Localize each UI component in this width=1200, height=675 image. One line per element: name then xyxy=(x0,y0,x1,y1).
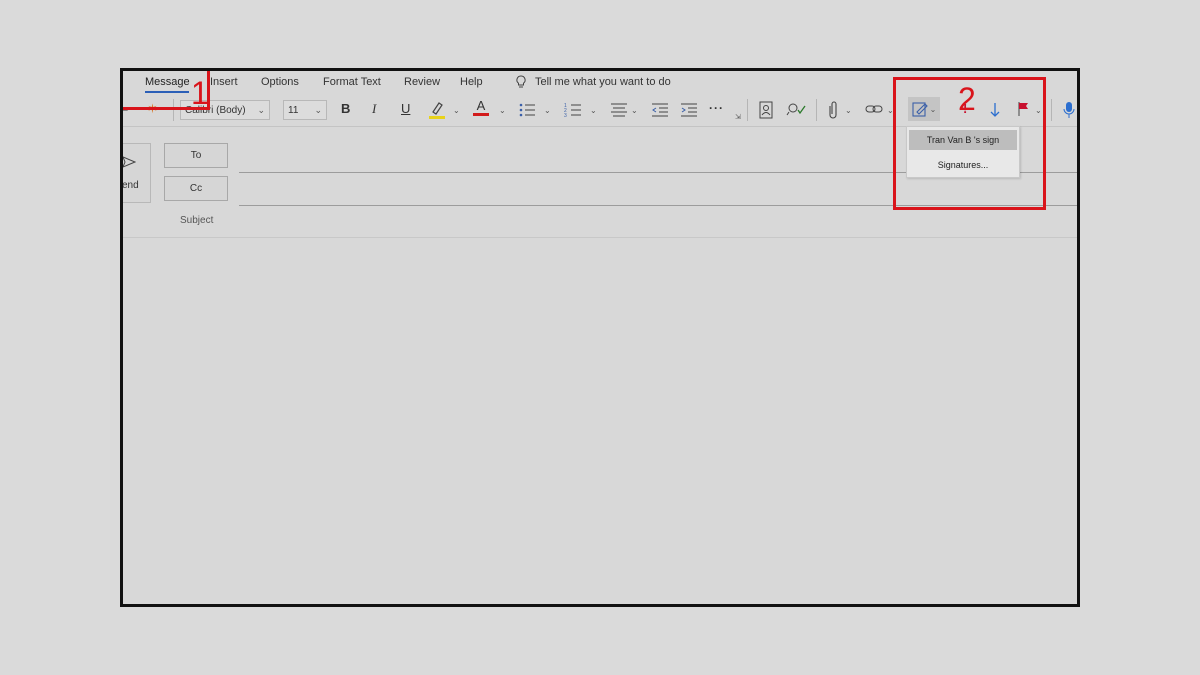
chevron-down-icon[interactable]: ⌄ xyxy=(631,106,638,115)
annotation-number-1: 1 xyxy=(191,75,209,111)
tell-me-text: Tell me what you want to do xyxy=(535,76,671,88)
check-names-icon[interactable] xyxy=(786,101,806,119)
send-label: end xyxy=(122,180,139,191)
chevron-down-icon: ⌄ xyxy=(257,104,265,115)
chevron-down-icon[interactable]: ⌄ xyxy=(499,106,506,115)
svg-text:3: 3 xyxy=(564,113,567,118)
font-color-button[interactable]: A xyxy=(472,98,490,116)
chevron-down-icon: ⌄ xyxy=(314,104,322,115)
highlight-icon[interactable] xyxy=(427,99,447,121)
address-book-icon[interactable] xyxy=(759,101,773,119)
chevron-down-icon[interactable]: ⌄ xyxy=(590,106,597,115)
send-button[interactable]: end xyxy=(122,143,151,203)
decrease-indent-icon[interactable] xyxy=(651,102,669,118)
font-color-letter: A xyxy=(476,98,486,113)
tab-help[interactable]: Help xyxy=(460,76,483,88)
tab-format-text[interactable]: Format Text xyxy=(323,76,381,88)
subject-label: Subject xyxy=(180,215,214,226)
chevron-down-icon[interactable]: ⌄ xyxy=(453,106,460,115)
chevron-down-icon[interactable]: ⌄ xyxy=(544,106,551,115)
link-icon[interactable] xyxy=(865,103,883,115)
tab-options[interactable]: Options xyxy=(261,76,299,88)
dialog-launcher-icon[interactable]: ⇲ xyxy=(735,113,741,121)
lightbulb-icon xyxy=(516,75,526,88)
font-size-select[interactable]: 11 ⌄ xyxy=(283,100,327,120)
align-icon[interactable] xyxy=(610,102,628,118)
annotation-number-2: 2 xyxy=(958,81,976,117)
outlook-compose-window: Message Insert Options Format Text Revie… xyxy=(120,68,1080,607)
toolbar-divider xyxy=(1051,99,1052,121)
more-options-button[interactable]: ··· xyxy=(709,101,724,115)
toolbar-divider xyxy=(747,99,748,121)
underline-button[interactable]: U xyxy=(401,101,410,116)
font-color-swatch xyxy=(473,113,489,116)
cc-button[interactable]: Cc xyxy=(164,176,228,201)
bold-button[interactable]: B xyxy=(341,101,350,116)
tab-review[interactable]: Review xyxy=(404,76,440,88)
to-button[interactable]: To xyxy=(164,143,228,168)
increase-indent-icon[interactable] xyxy=(680,102,698,118)
subject-divider xyxy=(123,237,1077,238)
attach-file-icon[interactable] xyxy=(827,100,839,120)
dictate-microphone-icon[interactable] xyxy=(1063,101,1075,119)
bullets-icon[interactable] xyxy=(518,102,536,118)
chevron-down-icon[interactable]: ⌄ xyxy=(845,106,852,115)
italic-button[interactable]: I xyxy=(372,101,376,117)
numbering-icon[interactable]: 1 2 3 xyxy=(564,102,582,118)
tab-insert[interactable]: Insert xyxy=(210,76,238,88)
tell-me-search[interactable]: Tell me what you want to do xyxy=(515,75,671,89)
toolbar-divider xyxy=(816,99,817,121)
send-arrow-icon xyxy=(123,156,136,168)
font-size-value: 11 xyxy=(288,104,299,116)
